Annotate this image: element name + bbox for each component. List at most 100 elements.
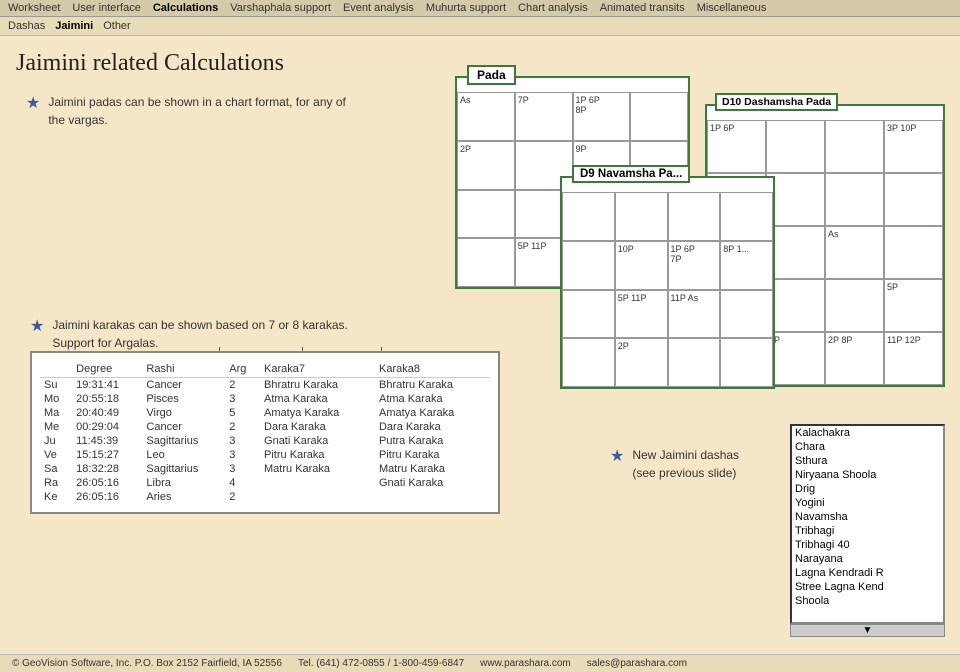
footer: © GeoVision Software, Inc. P.O. Box 2152… xyxy=(0,654,960,672)
table-row: Ke 26:05:16 Aries 2 xyxy=(40,490,490,504)
d9-cell-5: 10P xyxy=(615,241,668,290)
k8-ve: Pitru Karaka xyxy=(375,448,490,462)
d9-cell-9: 5P 11P xyxy=(615,290,668,339)
list-item[interactable]: Tribhagi xyxy=(792,524,943,538)
degree-ju: 11:45:39 xyxy=(72,434,142,448)
k7-mo: Atma Karaka xyxy=(260,392,375,406)
k7-su: Bhratru Karaka xyxy=(260,378,375,393)
list-item[interactable]: Niryaana Shoola xyxy=(792,468,943,482)
k8-me: Dara Karaka xyxy=(375,420,490,434)
list-item[interactable]: Narayana xyxy=(792,552,943,566)
menu-event-analysis[interactable]: Event analysis xyxy=(343,2,414,14)
new-dashas-label: New Jaimini dashas(see previous slide) xyxy=(632,446,739,482)
k7-me: Dara Karaka xyxy=(260,420,375,434)
d10-cell-7 xyxy=(884,173,943,226)
arg-mo: 3 xyxy=(225,392,260,406)
rashi-ju: Sagittarius xyxy=(142,434,225,448)
planet-ra: Ra xyxy=(40,476,72,490)
list-item[interactable]: Tribhagi 40 xyxy=(792,538,943,552)
menu-worksheet[interactable]: Worksheet xyxy=(8,2,60,14)
bullet-text-1: Jaimini padas can be shown in a chart fo… xyxy=(48,93,346,129)
pada-label: Pada xyxy=(467,65,516,85)
d10-cell-19: 11P 12P xyxy=(884,332,943,385)
degree-ve: 15:15:27 xyxy=(72,448,142,462)
d9-grid: 10P 1P 6P7P 8P 1... 5P 11P 11P As 2P xyxy=(562,192,773,387)
list-item[interactable]: Yogini xyxy=(792,496,943,510)
subtab-other[interactable]: Other xyxy=(103,20,131,32)
d10-cell-2 xyxy=(825,120,884,173)
menu-user-interface[interactable]: User interface xyxy=(72,2,140,14)
k7-ju: Gnati Karaka xyxy=(260,434,375,448)
menu-miscellaneous[interactable]: Miscellaneous xyxy=(697,2,767,14)
menu-animated-transits[interactable]: Animated transits xyxy=(600,2,685,14)
d10-cell-11 xyxy=(884,226,943,279)
arg-me: 2 xyxy=(225,420,260,434)
list-item[interactable]: Navamsha xyxy=(792,510,943,524)
k7-ke xyxy=(260,490,375,504)
k7-sa: Matru Karaka xyxy=(260,462,375,476)
list-item[interactable]: Shoola xyxy=(792,594,943,608)
sub-tabs: Dashas Jaimini Other xyxy=(0,17,960,36)
pada-cell-12 xyxy=(457,238,515,287)
d9-cell-12 xyxy=(562,338,615,387)
karakas-section: Degree Rashi Arg Karaka7 Karaka8 Su 19:3… xyxy=(30,351,500,514)
d10-cell-14 xyxy=(825,279,884,332)
menu-varshaphala[interactable]: Varshaphala support xyxy=(230,2,331,14)
degree-ma: 20:40:49 xyxy=(72,406,142,420)
degree-ke: 26:05:16 xyxy=(72,490,142,504)
rashi-mo: Pisces xyxy=(142,392,225,406)
rashi-ke: Aries xyxy=(142,490,225,504)
d9-cell-11 xyxy=(720,290,773,339)
arg-ke: 2 xyxy=(225,490,260,504)
d9-cell-15 xyxy=(720,338,773,387)
arg-ve: 3 xyxy=(225,448,260,462)
d9-label: D9 Navamsha Pa... xyxy=(572,165,690,183)
k8-sa: Matru Karaka xyxy=(375,462,490,476)
col-rashi: Rashi xyxy=(142,361,225,378)
col-karaka7: Karaka7 xyxy=(260,361,375,378)
menu-bar: Worksheet User interface Calculations Va… xyxy=(0,0,960,17)
k8-ju: Putra Karaka xyxy=(375,434,490,448)
degree-ra: 26:05:16 xyxy=(72,476,142,490)
subtab-jaimini[interactable]: Jaimini xyxy=(55,20,93,32)
menu-muhurta[interactable]: Muhurta support xyxy=(426,2,506,14)
col-planet xyxy=(40,361,72,378)
rashi-ve: Leo xyxy=(142,448,225,462)
menu-chart-analysis[interactable]: Chart analysis xyxy=(518,2,588,14)
list-item[interactable]: Kalachakra xyxy=(792,426,943,440)
list-item[interactable]: Chara xyxy=(792,440,943,454)
list-item[interactable]: Sthura xyxy=(792,454,943,468)
dashas-list: Kalachakra Chara Sthura Niryaana Shoola … xyxy=(790,424,945,637)
k8-su: Bhratru Karaka xyxy=(375,378,490,393)
table-row: Ma 20:40:49 Virgo 5 Amatya Karaka Amatya… xyxy=(40,406,490,420)
table-row: Me 00:29:04 Cancer 2 Dara Karaka Dara Ka… xyxy=(40,420,490,434)
col-arg: Arg xyxy=(225,361,260,378)
arg-ju: 3 xyxy=(225,434,260,448)
list-item[interactable]: Drig xyxy=(792,482,943,496)
col-degree: Degree xyxy=(72,361,142,378)
star-icon-1: ★ xyxy=(26,93,40,113)
list-item[interactable]: Lagna Kendradi R xyxy=(792,566,943,580)
planet-ve: Ve xyxy=(40,448,72,462)
d9-cell-0 xyxy=(562,192,615,241)
dashas-listbox[interactable]: Kalachakra Chara Sthura Niryaana Shoola … xyxy=(790,424,945,624)
arg-sa: 3 xyxy=(225,462,260,476)
degree-sa: 18:32:28 xyxy=(72,462,142,476)
arg-ma: 5 xyxy=(225,406,260,420)
scrollbar-down-arrow[interactable]: ▼ xyxy=(790,624,945,637)
col-karaka8: Karaka8 xyxy=(375,361,490,378)
main-content: Jaimini related Calculations ★ Jaimini p… xyxy=(0,36,960,666)
planet-me: Me xyxy=(40,420,72,434)
d10-cell-1 xyxy=(766,120,825,173)
pada-cell-0: As xyxy=(457,92,515,141)
list-item[interactable]: Stree Lagna Kend xyxy=(792,580,943,594)
d9-cell-10: 11P As xyxy=(668,290,721,339)
arg-su: 2 xyxy=(225,378,260,393)
k8-ke xyxy=(375,490,490,504)
menu-calculations[interactable]: Calculations xyxy=(153,2,218,14)
d10-cell-10: As xyxy=(825,226,884,279)
star-icon-2: ★ xyxy=(30,316,44,336)
rashi-ma: Virgo xyxy=(142,406,225,420)
subtab-dashas[interactable]: Dashas xyxy=(8,20,45,32)
d9-cell-6: 1P 6P7P xyxy=(668,241,721,290)
